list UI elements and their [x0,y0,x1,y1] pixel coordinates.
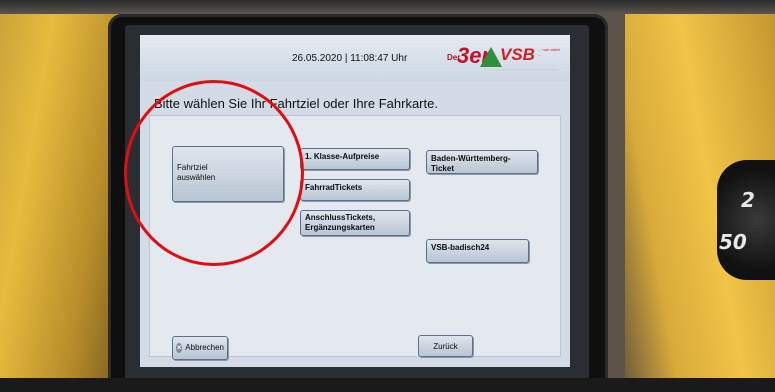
machine-housing-left [0,0,120,392]
first-class-surcharge-button[interactable]: 1. Klasse-Aufpreise [300,148,410,170]
datetime-display: 26.05.2020 | 11:08:47 Uhr [292,53,408,64]
machine-housing-bottom [0,378,775,392]
coin-label-bottom: 50 [719,230,747,254]
annotation-circle [124,80,304,266]
connection-tickets-button[interactable]: AnschlussTickets, Ergänzungskarten [300,210,410,236]
bicycle-tickets-button[interactable]: FahrradTickets [300,179,410,201]
logo-stripe [488,69,558,71]
coin-slot: 2 50 [717,160,775,280]
vsb-logo: VSB ... nah dabei ... [480,45,564,75]
vsb-badisch24-button[interactable]: VSB-badisch24 [426,239,529,263]
close-icon: × [176,343,183,353]
machine-housing-top [0,0,775,14]
cancel-button[interactable]: × Abbrechen [172,336,228,360]
header-bar: 26.05.2020 | 11:08:47 Uhr Der 3er VSB ..… [140,35,570,81]
coin-label-top: 2 [741,188,755,212]
back-button[interactable]: Zurück [418,335,473,357]
tree-icon [480,47,502,67]
baden-wuerttemberg-ticket-button[interactable]: Baden-Württemberg-Ticket [426,150,538,174]
